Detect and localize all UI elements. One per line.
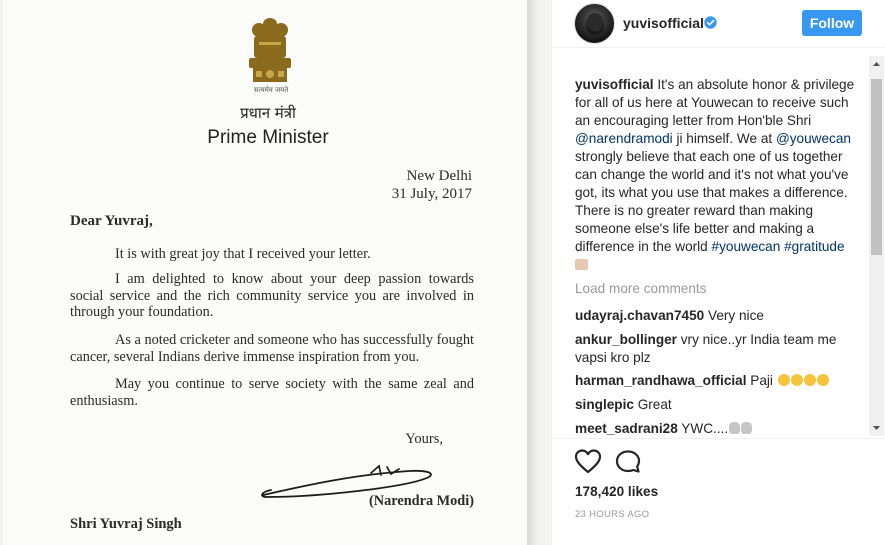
- comment-text: YWC....: [677, 421, 729, 436]
- likes-count[interactable]: 178,420 likes: [575, 484, 658, 499]
- caption-username[interactable]: yuvisofficial: [575, 77, 654, 92]
- emoji-icon: [790, 374, 803, 386]
- letter-date: 31 July, 2017: [391, 186, 472, 202]
- emoji-icon: [803, 374, 816, 386]
- load-more-comments-link[interactable]: Load more comments: [575, 281, 706, 296]
- comment-username[interactable]: udayraj.chavan7450: [575, 308, 704, 323]
- caption-text: ji himself. We at: [672, 131, 776, 146]
- state-emblem-icon: [249, 18, 291, 82]
- comment-username[interactable]: singlepic: [575, 397, 634, 412]
- follow-button[interactable]: Follow: [802, 10, 862, 36]
- comment-username[interactable]: harman_randhawa_official: [575, 373, 747, 388]
- letter-paragraph: May you continue to serve society with t…: [70, 376, 474, 409]
- comment-item: harman_randhawa_official Paji: [575, 372, 850, 390]
- comment-text: Paji: [746, 373, 777, 388]
- letter-salutation: Dear Yuvraj,: [70, 213, 153, 229]
- mention-link[interactable]: @youwecan: [776, 131, 851, 146]
- comment-item: ankur_bollinger vry nice..yr India team …: [575, 331, 850, 367]
- post-username[interactable]: yuvisofficial: [623, 15, 704, 31]
- emoji-icon: [816, 374, 829, 386]
- comment-item: meet_sadrani28 YWC....: [575, 420, 850, 438]
- letter-addressee: Shri Yuvraj Singh: [70, 516, 182, 532]
- letter-paragraph: It is with great joy that I received you…: [115, 246, 371, 262]
- letter-place: New Delhi: [406, 168, 472, 184]
- letterhead-title: Prime Minister: [207, 127, 329, 148]
- photo-edge: [528, 0, 551, 545]
- comment-username[interactable]: meet_sadrani28: [575, 421, 678, 436]
- comments-scrollbar[interactable]: [869, 56, 884, 436]
- comment-text: Great: [633, 397, 672, 412]
- post-panel: yuvisofficial Follow yuvisofficial It's …: [551, 0, 885, 545]
- comment-item: singlepic Great: [575, 396, 850, 414]
- post-actions: 178,420 likes 23 HOURS AGO: [552, 438, 885, 545]
- letter-closing: Yours,: [405, 431, 443, 447]
- letterhead-hindi: प्रधान मंत्री: [240, 104, 296, 122]
- comment-item: udayraj.chavan7450 Very nice: [575, 307, 850, 325]
- letter-paragraph: As a noted cricketer and someone who has…: [70, 332, 474, 365]
- mention-link[interactable]: @narendramodi: [575, 131, 673, 146]
- scroll-down-arrow-icon[interactable]: [869, 420, 884, 436]
- comments-list[interactable]: yuvisofficial It's an absolute honor & p…: [552, 49, 870, 438]
- emoji-icon: [777, 374, 790, 386]
- scroll-thumb[interactable]: [871, 79, 882, 255]
- comment-text: Very nice: [704, 308, 764, 323]
- letter-page: सत्यमेव जयते प्रधान मंत्री Prime Ministe…: [3, 0, 528, 545]
- emblem-motto: सत्यमेव जयते: [253, 86, 289, 94]
- post-timestamp[interactable]: 23 HOURS AGO: [575, 509, 649, 520]
- post-photo[interactable]: सत्यमेव जयते प्रधान मंत्री Prime Ministe…: [0, 0, 551, 545]
- scroll-up-arrow-icon[interactable]: [869, 56, 884, 72]
- comment-bubble-icon[interactable]: [614, 449, 642, 475]
- post-caption: yuvisofficial It's an absolute honor & p…: [575, 76, 855, 274]
- heart-icon[interactable]: [574, 449, 602, 475]
- letter-signer: (Narendra Modi): [369, 493, 474, 509]
- emoji-icon: [575, 259, 588, 270]
- letter-paragraph: I am delighted to know about your deep p…: [70, 271, 474, 321]
- emoji-icon: [741, 422, 753, 434]
- post-header: yuvisofficial Follow: [552, 0, 885, 48]
- comment-username[interactable]: ankur_bollinger: [575, 332, 677, 347]
- hashtag-link[interactable]: #youwecan: [712, 239, 781, 254]
- hashtag-link[interactable]: #gratitude: [784, 239, 844, 254]
- avatar[interactable]: [574, 3, 615, 44]
- verified-badge-icon: [704, 16, 717, 29]
- emoji-icon: [729, 422, 741, 434]
